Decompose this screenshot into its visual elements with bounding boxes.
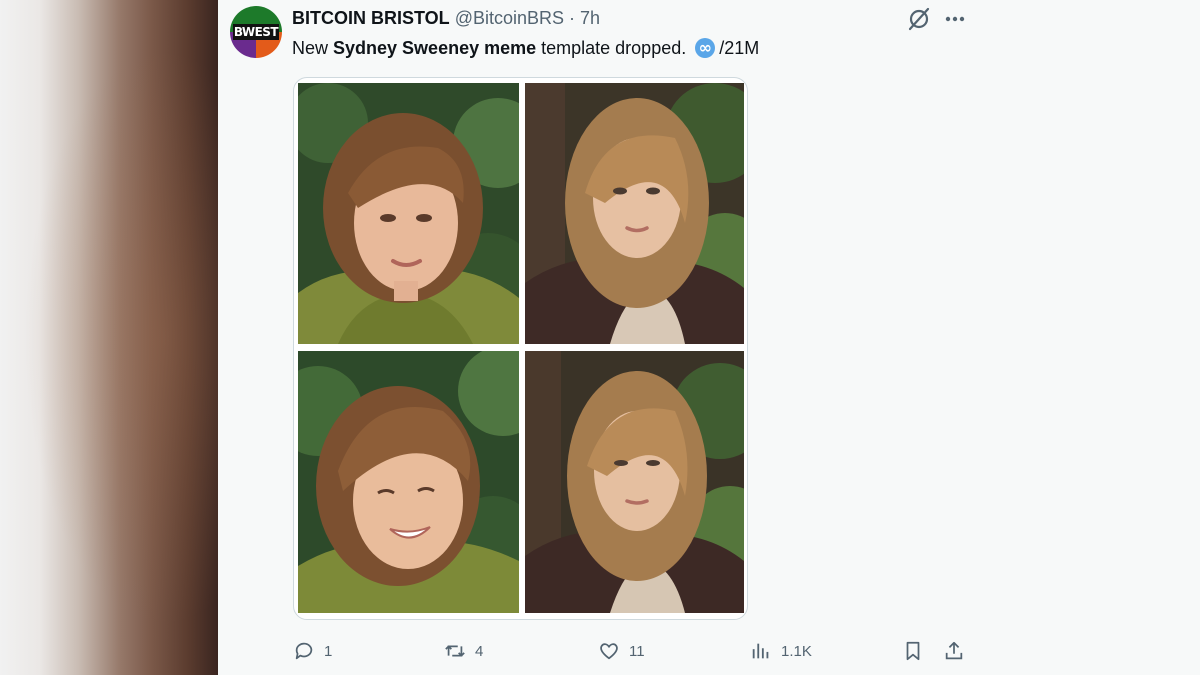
bookmark-icon <box>906 641 920 661</box>
avatar[interactable]: BWEST <box>230 6 282 58</box>
meme-image-panel-3[interactable] <box>298 351 519 613</box>
grok-icon[interactable] <box>906 6 932 32</box>
author-name[interactable]: BITCOIN BRISTOL <box>292 8 450 28</box>
header-separator: · <box>569 8 576 28</box>
tweet-text-end: template dropped. <box>536 38 687 58</box>
repost-count: 4 <box>475 642 484 660</box>
screen: BWEST BITCOIN BRISTOL @BitcoinBRS · 7h N… <box>0 0 1200 675</box>
meme-image-panel-1[interactable] <box>298 83 519 344</box>
views-chart-icon <box>752 643 769 659</box>
blurred-background <box>0 0 218 675</box>
share-button[interactable] <box>943 638 965 664</box>
more-icon[interactable] <box>942 6 968 32</box>
repost-button[interactable]: 4 <box>444 638 483 664</box>
reply-button[interactable]: 1 <box>293 638 332 664</box>
heart-icon <box>600 643 618 660</box>
reply-count: 1 <box>324 642 333 660</box>
bookmark-button[interactable] <box>902 638 924 664</box>
author-handle[interactable]: @BitcoinBRS <box>455 8 564 28</box>
reply-icon <box>295 642 313 660</box>
share-icon <box>945 641 963 660</box>
meme-image-panel-2[interactable] <box>525 83 744 344</box>
media-grid[interactable] <box>293 77 748 620</box>
tweet-text-bold: Sydney Sweeney meme <box>333 38 537 58</box>
tweet-header: BITCOIN BRISTOL @BitcoinBRS · 7h <box>292 7 600 29</box>
tweet-text-suffix: /21M <box>719 38 760 58</box>
infinity-emoji-icon <box>695 36 716 60</box>
tweet-text-start: New <box>292 38 334 58</box>
views-count: 1.1K <box>781 642 812 660</box>
repost-icon <box>445 645 465 657</box>
tweet-text: New Sydney Sweeney meme template dropped… <box>292 36 759 60</box>
tweet-card[interactable]: BWEST BITCOIN BRISTOL @BitcoinBRS · 7h N… <box>218 0 1200 675</box>
tweet-time[interactable]: 7h <box>580 8 600 28</box>
avatar-logo-text: BWEST <box>233 24 279 40</box>
like-count: 11 <box>629 642 645 660</box>
meme-image-panel-4[interactable] <box>525 351 744 613</box>
views-button[interactable]: 1.1K <box>750 638 812 664</box>
like-button[interactable]: 11 <box>598 638 645 664</box>
